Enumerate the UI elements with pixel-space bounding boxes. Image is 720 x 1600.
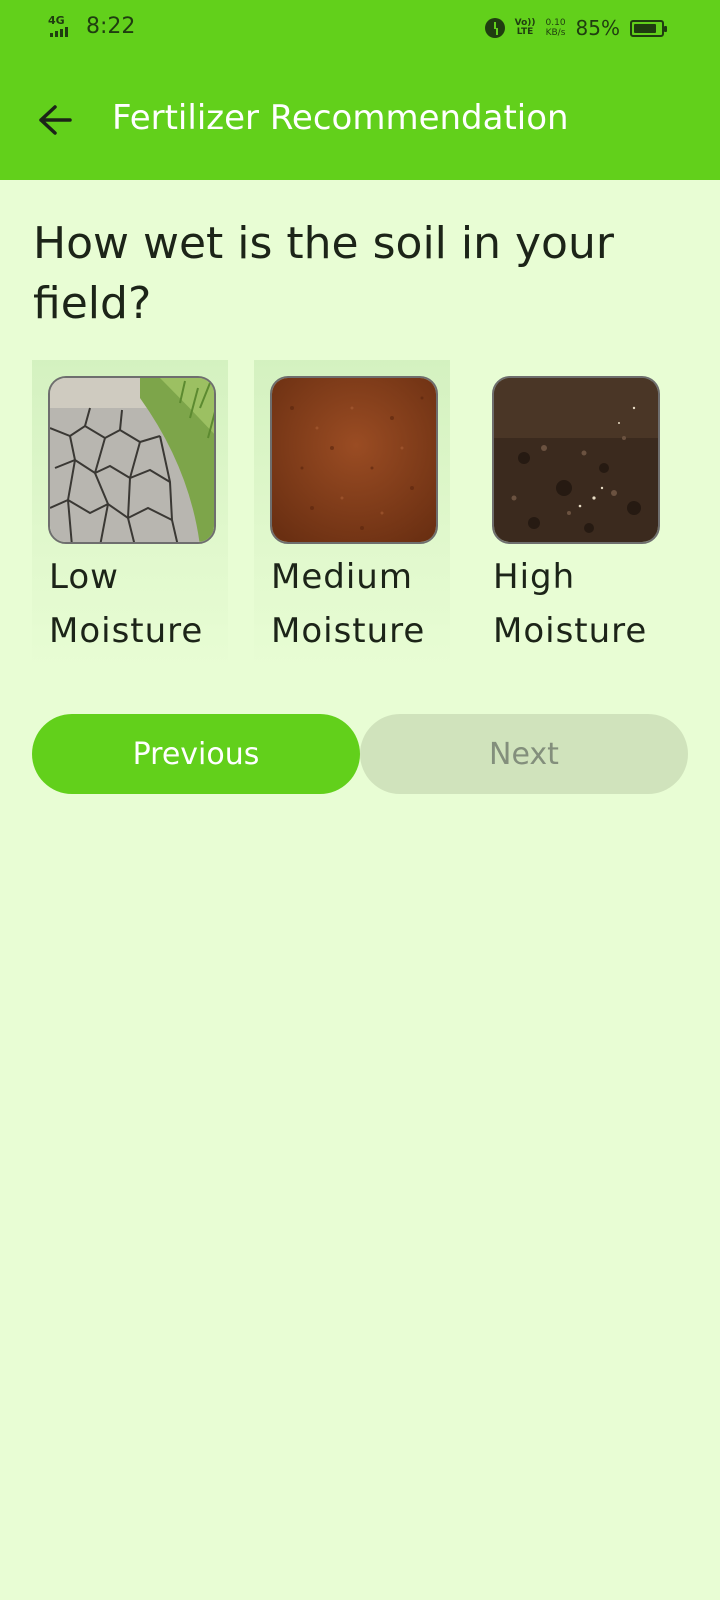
status-right: Vo)) LTE 0.10 KB/s 85% — [484, 16, 667, 40]
dark-wet-soil-image — [492, 376, 660, 544]
page-title: Fertilizer Recommendation — [112, 98, 569, 138]
status-bar: 4G 8:22 Vo)) LTE 0.10 KB/s 85% — [0, 0, 720, 60]
option-low-moisture[interactable]: Low Moisture — [32, 360, 228, 670]
battery-icon — [630, 19, 667, 37]
question-heading: How wet is the soil in your field? — [33, 218, 614, 329]
status-time: 8:22 — [86, 14, 136, 39]
option-medium-moisture[interactable]: Medium Moisture — [254, 360, 450, 670]
signal-icon: 4G — [48, 15, 82, 39]
option-high-moisture[interactable]: High Moisture — [476, 360, 672, 670]
app-bar: Fertilizer Recommendation — [0, 60, 720, 180]
next-button[interactable]: Next — [360, 714, 688, 794]
network-speed: 0.10 KB/s — [545, 18, 566, 38]
network-type: 4G — [48, 13, 65, 27]
moisture-options: Low Moisture Medium Moisture High Moistu… — [32, 360, 692, 670]
brown-soil-image — [270, 376, 438, 544]
alarm-icon — [484, 18, 505, 38]
status-left: 4G 8:22 — [48, 14, 135, 39]
back-arrow-icon — [39, 105, 72, 135]
option-label: High Moisture — [493, 557, 648, 651]
option-label: Medium Moisture — [271, 557, 426, 651]
previous-button[interactable]: Previous — [32, 714, 360, 794]
option-label: Low Moisture — [49, 557, 204, 651]
battery-percent: 85% — [575, 16, 620, 40]
dry-cracked-soil-image — [48, 376, 216, 544]
volte-icon: Vo)) LTE — [514, 18, 536, 37]
back-button[interactable] — [30, 95, 80, 145]
